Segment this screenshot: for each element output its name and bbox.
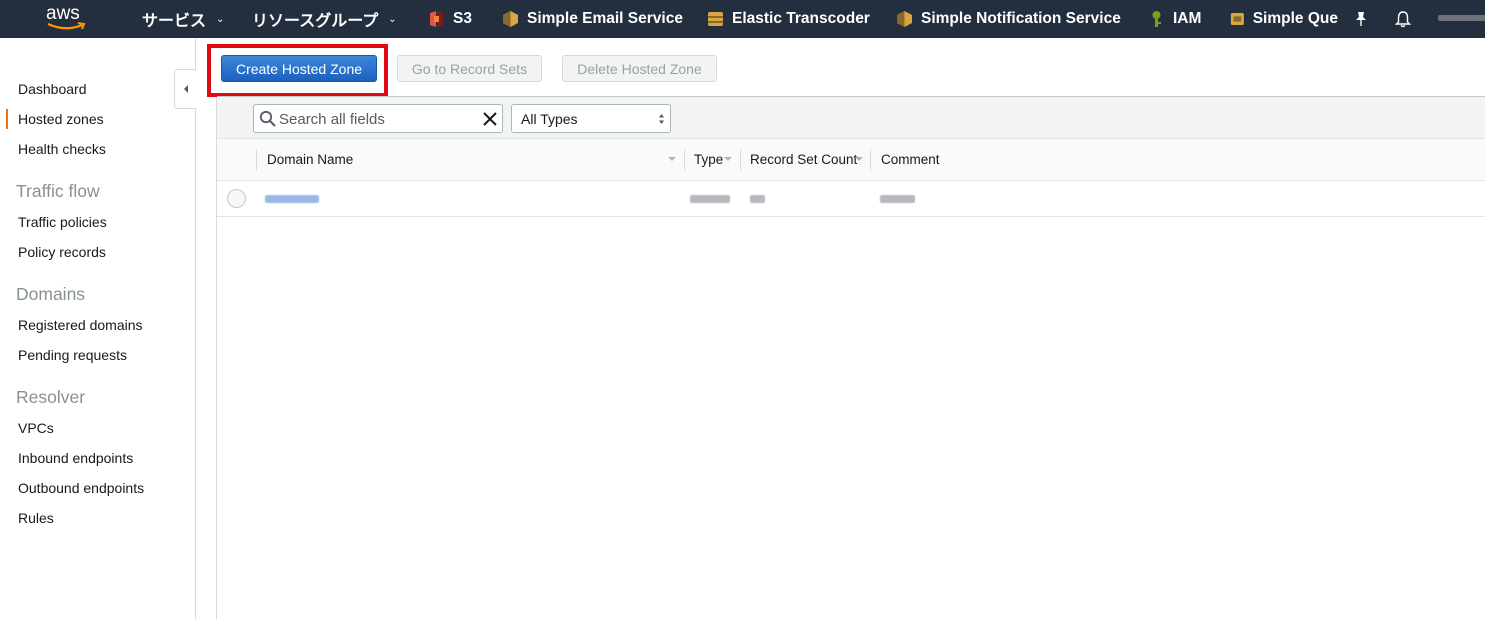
shortcut-iam-label: IAM — [1173, 10, 1202, 27]
create-hosted-zone-button[interactable]: Create Hosted Zone — [221, 55, 377, 82]
go-to-record-sets-button[interactable]: Go to Record Sets — [397, 55, 542, 82]
column-header-comment[interactable]: Comment — [881, 152, 940, 167]
select-updown-icon — [659, 114, 664, 124]
shortcut-sqs[interactable]: Simple Que — [1230, 0, 1338, 38]
sidebar-item-traffic-policies[interactable]: Traffic policies — [18, 214, 107, 230]
column-header-record-set-count[interactable]: Record Set Count — [750, 152, 857, 167]
sidebar-item-registered-domains[interactable]: Registered domains — [18, 317, 143, 333]
transcoder-icon — [708, 12, 723, 26]
active-indicator — [6, 109, 8, 129]
sidebar-item-hosted-zones[interactable]: Hosted zones — [18, 111, 104, 127]
delete-hosted-zone-button[interactable]: Delete Hosted Zone — [562, 55, 717, 82]
iam-icon — [1152, 11, 1161, 27]
column-header-domain-name[interactable]: Domain Name — [267, 152, 353, 167]
caret-left-icon — [183, 85, 188, 93]
ses-icon — [503, 11, 518, 27]
top-navigation-bar: aws サービス ⌄ リソースグループ ⌄ S3 Simple Email Se… — [0, 0, 1485, 38]
search-input[interactable] — [279, 109, 474, 129]
shortcut-iam[interactable]: IAM — [1148, 0, 1201, 38]
column-header-type[interactable]: Type — [694, 152, 723, 167]
sidebar-heading-domains: Domains — [16, 284, 86, 304]
sort-caret-icon[interactable] — [855, 157, 863, 161]
s3-icon — [430, 11, 443, 27]
column-divider — [870, 149, 871, 171]
resource-groups-menu-label: リソースグループ — [252, 13, 379, 30]
sidebar-item-policy-records[interactable]: Policy records — [18, 244, 106, 260]
column-divider — [684, 149, 685, 171]
search-field[interactable] — [253, 104, 503, 133]
services-menu[interactable]: サービス ⌄ — [142, 0, 224, 38]
sidebar-heading-resolver: Resolver — [16, 387, 86, 407]
chevron-down-icon: ⌄ — [388, 13, 397, 25]
chevron-down-icon: ⌄ — [216, 13, 225, 25]
type-filter-value: All Types — [521, 110, 578, 127]
shortcut-elastic-transcoder-label: Elastic Transcoder — [732, 10, 870, 27]
sidebar-item-dashboard[interactable]: Dashboard — [18, 81, 87, 97]
shortcut-s3[interactable]: S3 — [428, 0, 472, 38]
shortcut-s3-label: S3 — [453, 10, 472, 27]
aws-smile-icon — [47, 22, 86, 30]
sidebar-item-vpcs[interactable]: VPCs — [18, 420, 54, 436]
shortcut-ses[interactable]: Simple Email Service — [502, 0, 683, 38]
pin-icon[interactable] — [1352, 10, 1370, 28]
type-cell-redacted — [690, 195, 730, 203]
bell-icon[interactable] — [1394, 10, 1412, 28]
sidebar-item-rules[interactable]: Rules — [18, 510, 54, 526]
sns-icon — [897, 11, 912, 27]
row-select-radio[interactable] — [227, 189, 246, 208]
clear-search-icon[interactable] — [482, 111, 498, 127]
shortcut-sns[interactable]: Simple Notification Service — [896, 0, 1121, 38]
shortcut-sns-label: Simple Notification Service — [921, 10, 1121, 27]
shortcut-sqs-label: Simple Que — [1252, 10, 1338, 27]
record-count-cell-redacted — [750, 195, 765, 203]
column-divider — [256, 149, 257, 171]
resource-groups-menu[interactable]: リソースグループ ⌄ — [252, 0, 397, 38]
sidebar-item-inbound-endpoints[interactable]: Inbound endpoints — [18, 450, 133, 466]
services-menu-label: サービス — [142, 13, 207, 30]
domain-name-cell-redacted[interactable] — [265, 195, 319, 203]
type-filter-select[interactable]: All Types — [511, 104, 671, 133]
sidebar-item-pending-requests[interactable]: Pending requests — [18, 347, 127, 363]
sort-caret-icon[interactable] — [724, 157, 732, 161]
sidebar-item-health-checks[interactable]: Health checks — [18, 141, 106, 157]
column-divider — [740, 149, 741, 171]
sort-caret-icon[interactable] — [668, 157, 676, 161]
sidebar-heading-traffic-flow: Traffic flow — [16, 181, 100, 201]
sqs-icon — [1230, 12, 1244, 26]
comment-cell-redacted — [880, 195, 915, 203]
shortcut-ses-label: Simple Email Service — [527, 10, 683, 27]
sidebar-item-outbound-endpoints[interactable]: Outbound endpoints — [18, 480, 144, 496]
shortcut-elastic-transcoder[interactable]: Elastic Transcoder — [707, 0, 870, 38]
aws-logo[interactable]: aws — [44, 3, 90, 33]
sidebar-collapse-button[interactable] — [174, 69, 196, 109]
account-menu[interactable] — [1438, 15, 1485, 21]
search-icon — [259, 110, 276, 127]
table-row[interactable] — [217, 181, 1485, 217]
